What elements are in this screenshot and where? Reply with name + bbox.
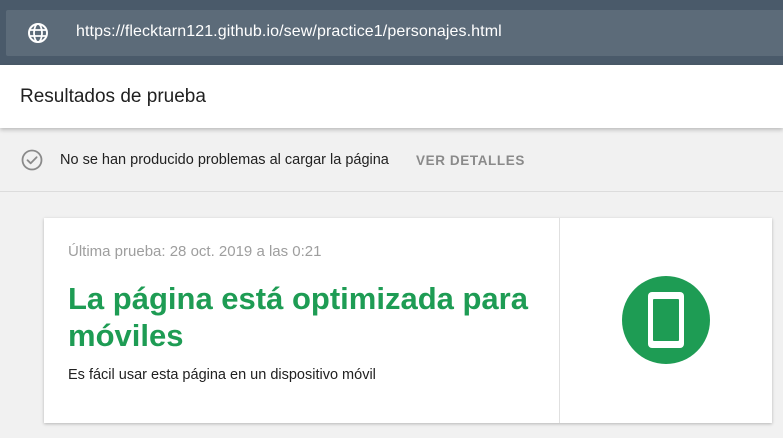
globe-icon <box>26 21 50 45</box>
last-test-timestamp: Última prueba: 28 oct. 2019 a las 0:21 <box>68 243 322 260</box>
check-circle-icon <box>21 149 43 171</box>
result-title: La página está optimizada para móviles <box>68 281 528 353</box>
address-bar-area: https://flecktarn121.github.io/sew/pract… <box>0 0 783 65</box>
result-card: Última prueba: 28 oct. 2019 a las 0:21 L… <box>44 218 772 423</box>
page-title: Resultados de prueba <box>20 86 206 107</box>
results-header: Resultados de prueba <box>0 65 783 128</box>
status-message: No se han producido problemas al cargar … <box>60 152 389 168</box>
load-status-bar: No se han producido problemas al cargar … <box>0 128 783 192</box>
url-bar[interactable]: https://flecktarn121.github.io/sew/pract… <box>6 10 783 56</box>
url-text[interactable]: https://flecktarn121.github.io/sew/pract… <box>76 23 502 41</box>
mobile-phone-icon <box>622 276 710 364</box>
card-divider <box>559 218 560 423</box>
result-description: Es fácil usar esta página en un disposit… <box>68 367 376 383</box>
view-details-link[interactable]: VER DETALLES <box>416 153 525 168</box>
